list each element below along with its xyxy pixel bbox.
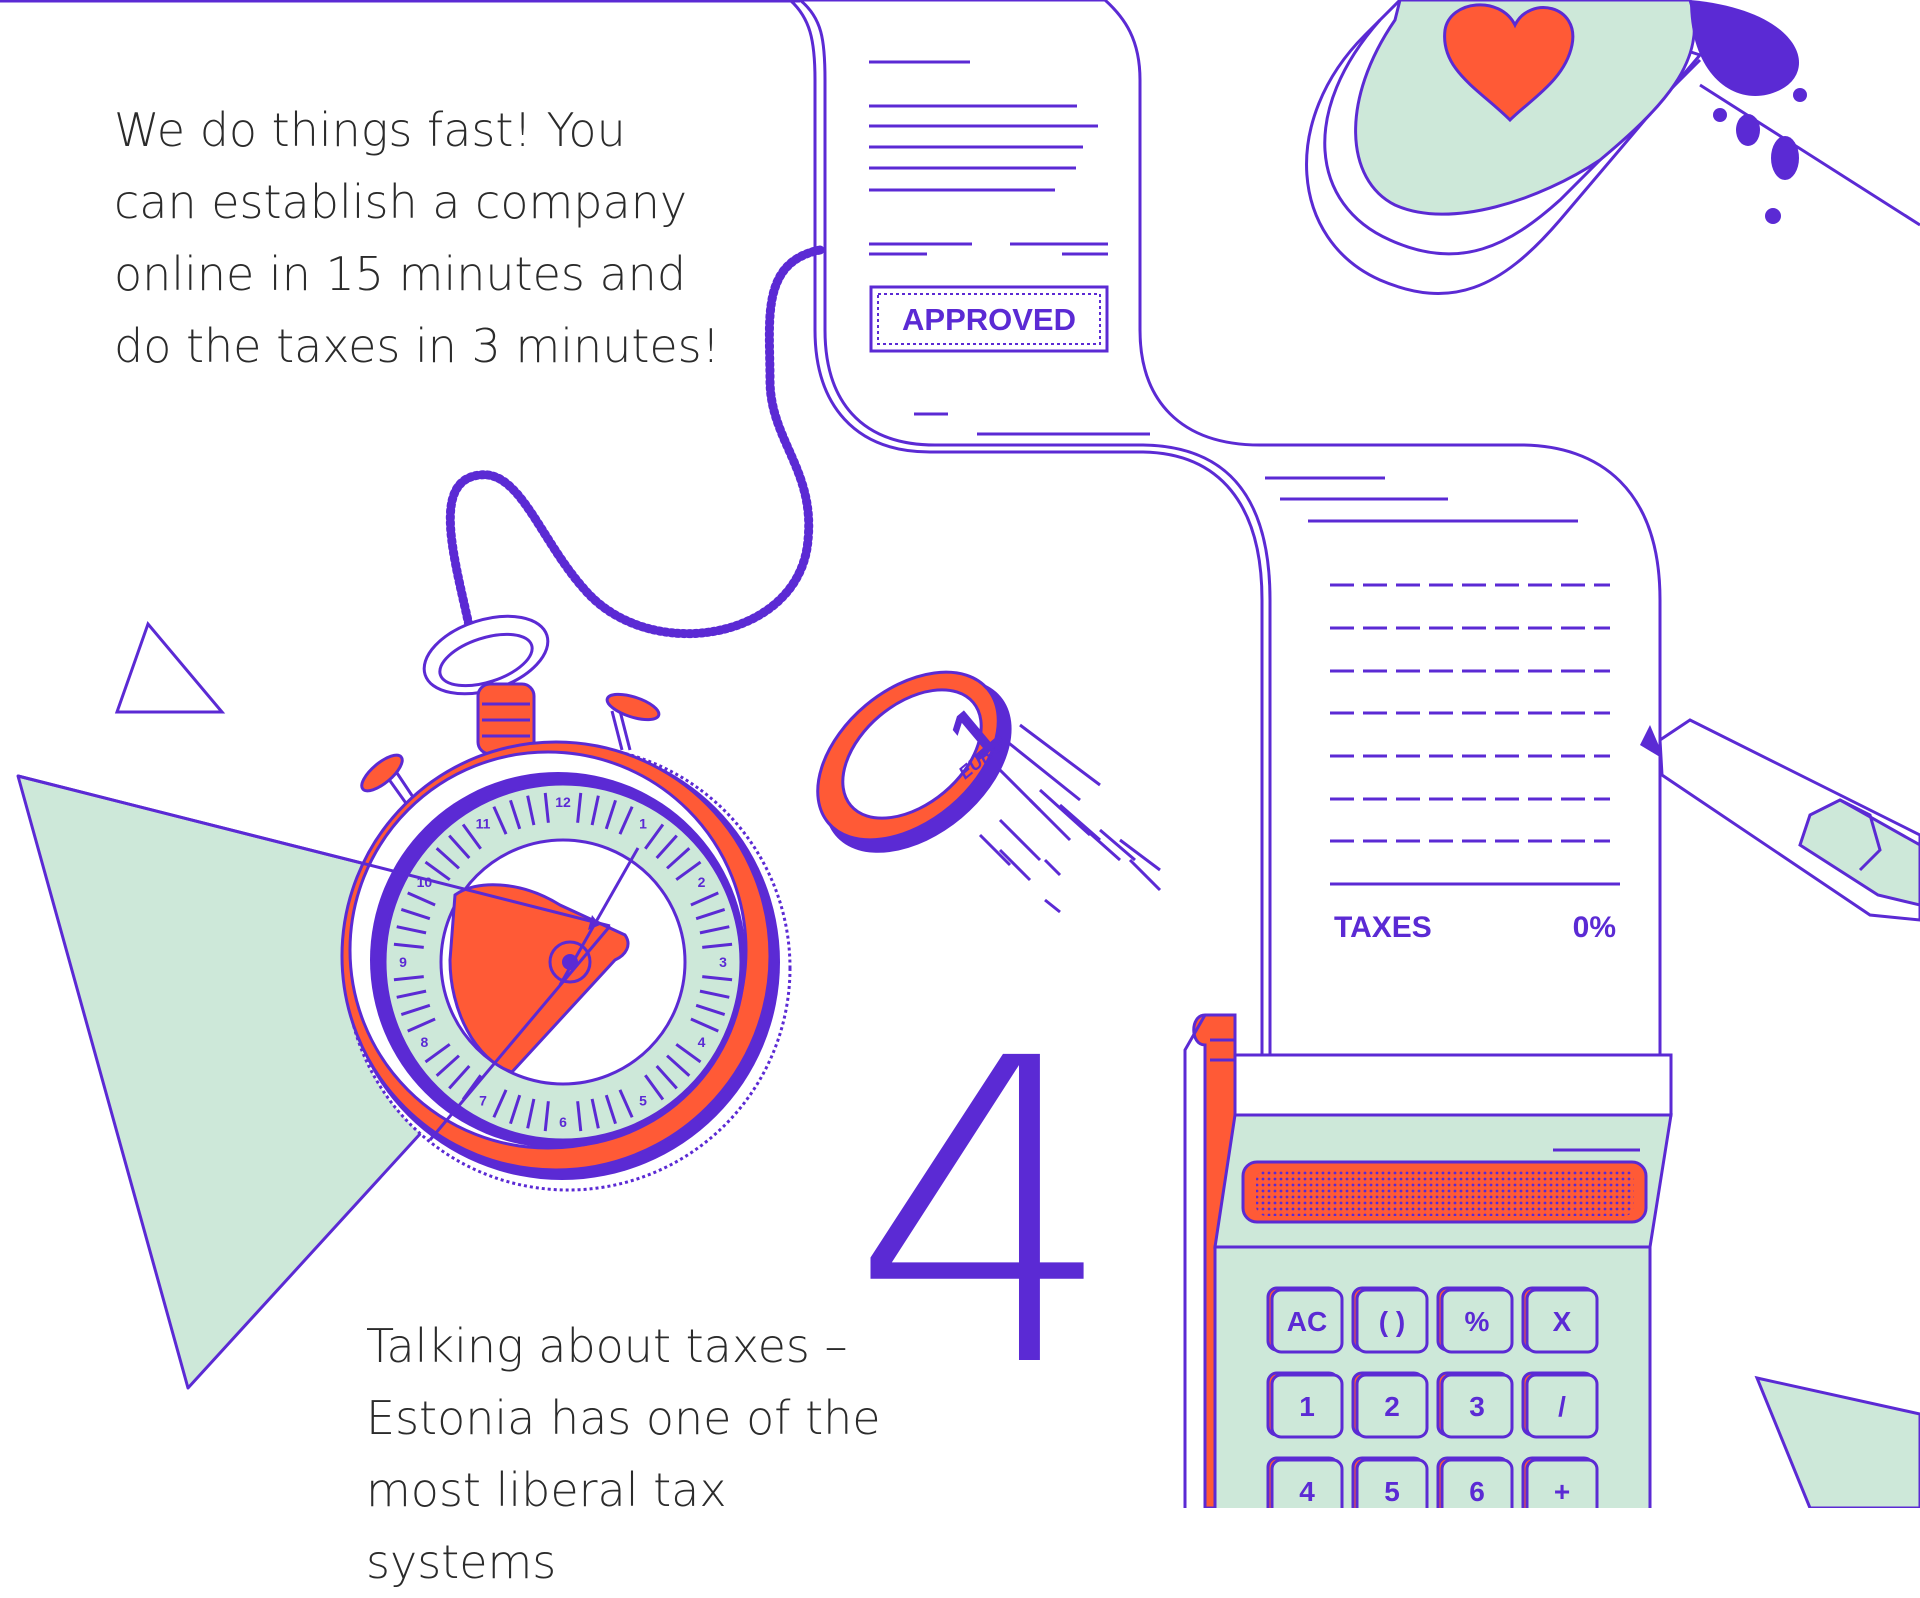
calculator-key-label: X	[1553, 1306, 1572, 1337]
stopwatch-number: 7	[479, 1093, 487, 1109]
calculator-key-label: AC	[1287, 1306, 1327, 1337]
stopwatch-number: 11	[476, 815, 491, 831]
calculator-key-label: /	[1558, 1391, 1566, 1422]
intro-line: online in 15 minutes and	[114, 247, 687, 301]
coin-motion-line	[978, 833, 1012, 867]
stopwatch-number: 9	[399, 954, 407, 970]
taxes-line: Estonia has one of the	[366, 1391, 881, 1445]
coin-motion-line	[1019, 723, 1101, 787]
calculator-key-label: 2	[1384, 1391, 1400, 1422]
calculator-key-label: %	[1465, 1306, 1490, 1337]
stopwatch-number: 5	[639, 1093, 647, 1109]
calculator-key-label: 5	[1384, 1476, 1400, 1507]
coin-motion-line	[1119, 838, 1161, 872]
calculator-key-label: 6	[1469, 1476, 1485, 1507]
stopwatch-number: 12	[555, 794, 571, 810]
stopwatch-number: 2	[698, 874, 706, 890]
taxes-paragraph: Talking about taxes – Estonia has one of…	[366, 1310, 926, 1598]
stopwatch-number: 8	[421, 1034, 429, 1050]
calculator: AC ( )% X 1 2 3 / 4 5 6 +	[1183, 1013, 1673, 1508]
stopwatch-number: 4	[698, 1034, 706, 1050]
calculator-key[interactable]: 6	[1436, 1456, 1514, 1508]
marker-pen	[1640, 718, 1920, 922]
approved-stamp-text: APPROVED	[902, 302, 1076, 337]
calculator-key[interactable]: 3	[1436, 1371, 1514, 1439]
stopwatch-number: 6	[559, 1114, 567, 1130]
intro-line: We do things fast! You	[114, 103, 626, 157]
calculator-key[interactable]: +	[1521, 1456, 1599, 1508]
calculator-key[interactable]: 5	[1351, 1456, 1429, 1508]
calculator-key[interactable]: 1	[1266, 1371, 1344, 1439]
calculator-key[interactable]: AC	[1266, 1286, 1344, 1354]
coin-motion-line	[998, 848, 1032, 882]
outline-triangle-small	[114, 621, 226, 714]
intro-line: do the taxes in 3 minutes!	[114, 319, 721, 373]
coin-motion-line	[1128, 858, 1162, 892]
taxes-value: 0%	[1573, 911, 1616, 944]
taxes-line: Talking about taxes –	[366, 1319, 848, 1373]
coin-motion-line	[1044, 898, 1061, 914]
stopwatch-number: 3	[719, 954, 727, 970]
calculator-key[interactable]: /	[1521, 1371, 1599, 1439]
stopwatch: 121234567891011	[340, 614, 792, 1192]
coin-motion-line	[1043, 858, 1062, 877]
calculator-key-label: 1	[1299, 1391, 1315, 1422]
coin-motion-line	[1028, 798, 1072, 842]
calculator-key[interactable]: 2	[1351, 1371, 1429, 1439]
calculator-key-label: 3	[1469, 1391, 1485, 1422]
calculator-key[interactable]: 4	[1266, 1456, 1344, 1508]
intro-paragraph: We do things fast! You can establish a c…	[114, 94, 734, 382]
calculator-key[interactable]: X	[1521, 1286, 1599, 1354]
calculator-key[interactable]: ( )	[1351, 1286, 1429, 1354]
calculator-key-label: 4	[1299, 1476, 1315, 1507]
mint-triangle-right	[1754, 1375, 1920, 1508]
calculator-key-label: +	[1554, 1476, 1570, 1507]
stopwatch-number: 1	[639, 815, 647, 831]
taxes-label: TAXES	[1334, 911, 1432, 944]
taxes-line: most liberal tax systems	[366, 1463, 727, 1589]
calculator-key-label: ( )	[1379, 1306, 1405, 1337]
coin: 1 EURO	[816, 670, 1162, 914]
calculator-key[interactable]: %	[1436, 1286, 1514, 1354]
cup	[1305, 0, 1920, 295]
intro-line: can establish a company	[114, 175, 688, 229]
